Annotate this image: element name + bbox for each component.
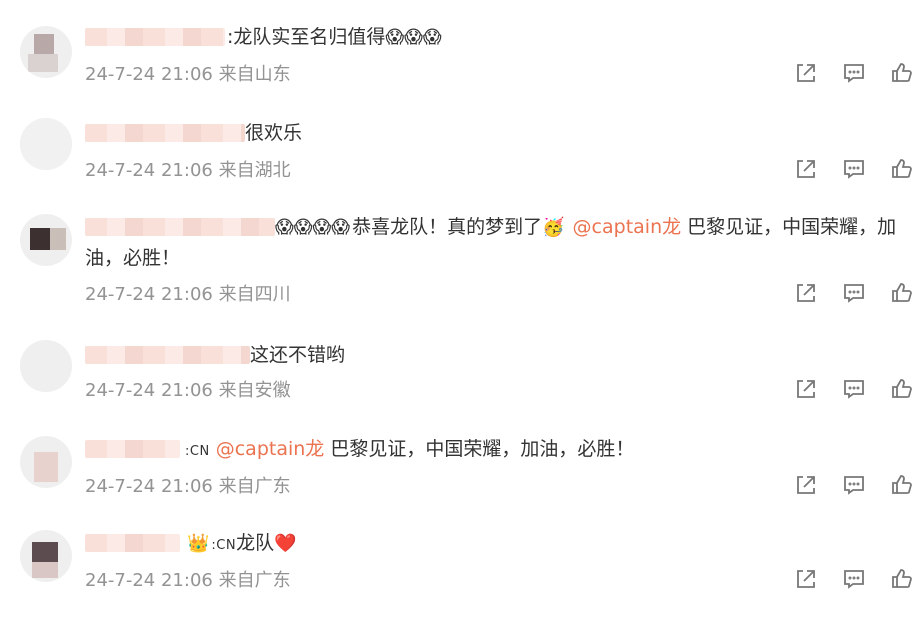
share-button[interactable] — [793, 566, 819, 592]
share-icon — [797, 284, 815, 302]
comment-text: 😱😱😱😱 恭喜龙队！真的梦到了🥳 @captain龙 巴黎见证，中国荣耀，加油，必… — [85, 216, 897, 269]
comment-text: :龙队实至名归值得😱😱😱 — [227, 26, 442, 48]
crown-icon: 👑 — [187, 533, 210, 554]
comment-button[interactable] — [841, 156, 867, 182]
comment-time: 24-7-24 21:06 — [85, 476, 213, 497]
comment-time: 24-7-24 21:06 — [85, 64, 213, 85]
share-icon — [797, 64, 815, 82]
share-button[interactable] — [793, 280, 819, 306]
comment-text: 这还不错哟 — [250, 344, 346, 366]
avatar[interactable] — [20, 340, 72, 392]
comment-text: 很欢乐 — [245, 122, 303, 144]
avatar[interactable] — [20, 118, 72, 170]
comment-actions — [793, 376, 918, 406]
comment-button[interactable] — [841, 376, 867, 402]
like-icon — [892, 63, 912, 82]
country-badge: :CN — [185, 444, 210, 459]
mention-link[interactable]: @captain龙 — [573, 216, 682, 238]
comment-button[interactable] — [841, 472, 867, 498]
comment-meta: 24-7-24 21:06 来自山东 — [85, 60, 291, 86]
comment-time: 24-7-24 21:06 — [85, 160, 213, 181]
like-button[interactable] — [889, 566, 915, 592]
comment-location: 来自广东 — [218, 570, 291, 591]
comment-location: 来自安徽 — [218, 380, 291, 401]
share-icon — [797, 160, 815, 178]
like-icon — [892, 379, 912, 398]
avatar[interactable] — [20, 26, 72, 78]
like-button[interactable] — [889, 472, 915, 498]
like-icon — [892, 159, 912, 178]
share-icon — [797, 380, 815, 398]
comment-text: :CN @captain龙 巴黎见证，中国荣耀，加油，必胜！ — [185, 438, 635, 460]
comment-time: 24-7-24 21:06 — [85, 570, 213, 591]
comment-actions — [793, 472, 918, 502]
share-icon — [797, 476, 815, 494]
comment-meta: 24-7-24 21:06 来自湖北 — [85, 156, 291, 182]
comment-actions — [793, 60, 918, 90]
comment-icon — [844, 64, 864, 83]
comment-button[interactable] — [841, 280, 867, 306]
share-icon — [797, 570, 815, 588]
comment-meta: 24-7-24 21:06 来自安徽 — [85, 376, 291, 402]
comment-meta: 24-7-24 21:06 来自广东 — [85, 472, 291, 498]
country-badge: :CN — [211, 538, 237, 553]
comment-meta: 24-7-24 21:06 来自四川 — [85, 280, 291, 306]
like-icon — [892, 475, 912, 494]
like-button[interactable] — [889, 60, 915, 86]
share-button[interactable] — [793, 60, 819, 86]
comment-button[interactable] — [841, 60, 867, 86]
comment-icon — [844, 160, 864, 179]
comment-location: 来自四川 — [218, 284, 291, 305]
comment-location: 来自山东 — [218, 64, 291, 85]
like-button[interactable] — [889, 376, 915, 402]
comment-location: 来自湖北 — [218, 160, 291, 181]
comment-location: 来自广东 — [218, 476, 291, 497]
like-icon — [892, 569, 912, 588]
like-button[interactable] — [889, 280, 915, 306]
comment-actions — [793, 156, 918, 186]
like-button[interactable] — [889, 156, 915, 182]
share-button[interactable] — [793, 472, 819, 498]
comment-icon — [844, 380, 864, 399]
comment-icon — [844, 284, 864, 303]
comment-icon — [844, 476, 864, 495]
avatar[interactable] — [20, 436, 72, 488]
comment-time: 24-7-24 21:06 — [85, 284, 213, 305]
comment-actions — [793, 566, 918, 596]
comment-icon — [844, 570, 864, 589]
share-button[interactable] — [793, 156, 819, 182]
comment-actions — [793, 280, 918, 310]
share-button[interactable] — [793, 376, 819, 402]
comment-time: 24-7-24 21:06 — [85, 380, 213, 401]
mention-link[interactable]: @captain龙 — [216, 438, 325, 460]
comment-button[interactable] — [841, 566, 867, 592]
avatar[interactable] — [20, 214, 72, 266]
comment-meta: 24-7-24 21:06 来自广东 — [85, 566, 291, 592]
avatar[interactable] — [20, 530, 72, 582]
like-icon — [892, 283, 912, 302]
comment-text: 👑:CN龙队❤️ — [85, 528, 898, 561]
